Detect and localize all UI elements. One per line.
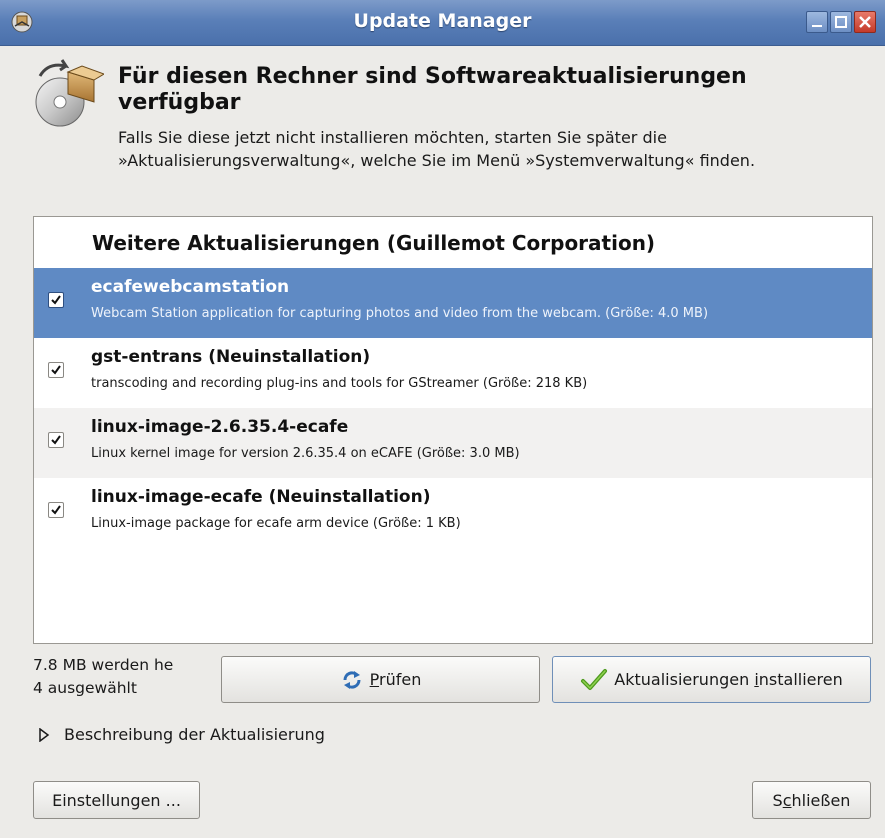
update-checkbox[interactable]: [48, 432, 64, 448]
description-expander[interactable]: Beschreibung der Aktualisierung: [38, 725, 325, 744]
package-description: Linux-image package for ecafe arm device…: [91, 516, 461, 531]
page-title: Für diesen Rechner sind Softwareaktualis…: [118, 64, 747, 115]
package-update-icon: [30, 58, 106, 132]
page-description: Falls Sie diese jetzt nicht installieren…: [118, 128, 756, 170]
check-button[interactable]: Prüfen: [221, 656, 540, 703]
window-title: Update Manager: [353, 10, 532, 32]
maximize-button[interactable]: [830, 11, 852, 33]
download-status: 7.8 MB werden he 4 ausgewählt: [33, 654, 213, 700]
minimize-button[interactable]: [806, 11, 828, 33]
download-size-text: 7.8 MB werden he: [33, 656, 174, 674]
package-name: gst-entrans (Neuinstallation): [91, 347, 371, 367]
update-checkbox[interactable]: [48, 362, 64, 378]
checkmark-icon: [580, 668, 608, 692]
update-row-linux-image-2-6-35-4-ecafe[interactable]: linux-image-2.6.35.4-ecafe Linux kernel …: [34, 408, 872, 478]
refresh-icon: [340, 668, 364, 692]
update-row-ecafewebcamstation[interactable]: ecafewebcamstation Webcam Station applic…: [34, 268, 872, 338]
selected-count-text: 4 ausgewählt: [33, 679, 137, 697]
update-list[interactable]: Weitere Aktualisierungen (Guillemot Corp…: [33, 216, 873, 644]
settings-button[interactable]: Einstellungen ...: [33, 781, 200, 819]
check-button-label: Prüfen: [369, 670, 422, 689]
package-description: Webcam Station application for capturing…: [91, 306, 709, 321]
update-checkbox[interactable]: [48, 502, 64, 518]
update-group-title: Weitere Aktualisierungen (Guillemot Corp…: [92, 231, 656, 255]
package-name: linux-image-ecafe (Neuinstallation): [91, 487, 431, 507]
update-row-linux-image-ecafe[interactable]: linux-image-ecafe (Neuinstallation) Linu…: [34, 478, 872, 548]
update-row-gst-entrans[interactable]: gst-entrans (Neuinstallation) transcodin…: [34, 338, 872, 408]
close-window-button[interactable]: [854, 11, 876, 33]
install-updates-button[interactable]: Aktualisierungen installieren: [552, 656, 871, 703]
install-button-label: Aktualisierungen installieren: [614, 670, 843, 689]
package-name: linux-image-2.6.35.4-ecafe: [91, 417, 349, 437]
title-bar[interactable]: Update Manager: [0, 0, 885, 46]
package-description: Linux kernel image for version 2.6.35.4 …: [91, 446, 520, 461]
close-button[interactable]: Schließen: [752, 781, 871, 819]
close-button-label: Schließen: [772, 790, 851, 810]
package-description: transcoding and recording plug-ins and t…: [91, 376, 588, 391]
update-checkbox[interactable]: [48, 292, 64, 308]
expander-label: Beschreibung der Aktualisierung: [64, 725, 325, 744]
expander-arrow-icon: [38, 727, 50, 742]
package-name: ecafewebcamstation: [91, 277, 290, 297]
